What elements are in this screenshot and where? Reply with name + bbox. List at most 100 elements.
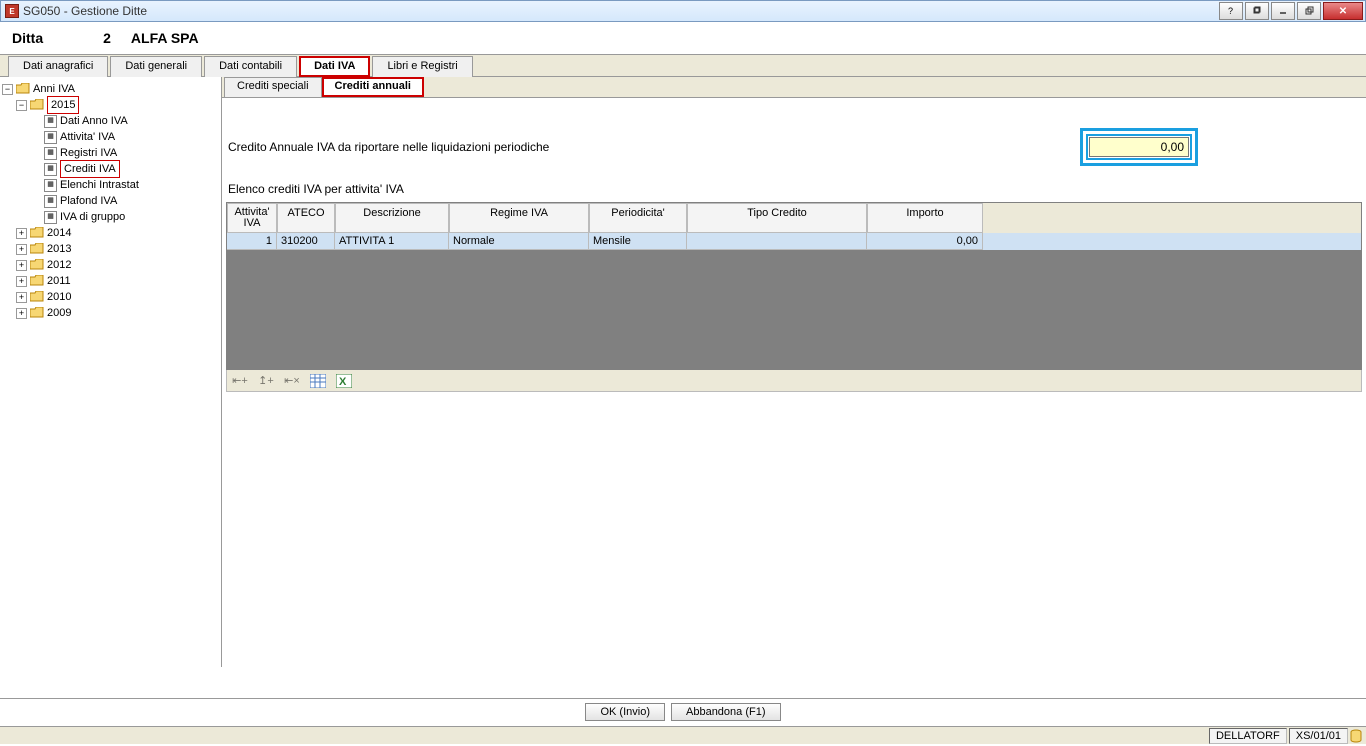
expand-icon[interactable]: + bbox=[16, 244, 27, 255]
close-button[interactable]: ✕ bbox=[1323, 2, 1363, 20]
tab-dati-generali[interactable]: Dati generali bbox=[110, 56, 202, 77]
company-header: Ditta 2 ALFA SPA bbox=[0, 22, 1366, 55]
table-row[interactable]: 1 310200 ATTIVITA 1 Normale Mensile 0,00 bbox=[227, 233, 1361, 250]
collapse-icon[interactable]: − bbox=[16, 100, 27, 111]
tree-leaf[interactable]: ▦Attivita' IVA bbox=[44, 129, 219, 145]
svg-text:?: ? bbox=[1228, 6, 1233, 16]
bottom-buttons: OK (Invio) Abbandona (F1) bbox=[0, 698, 1366, 724]
row-insert-icon[interactable]: ↥+ bbox=[257, 373, 275, 389]
tree-leaf[interactable]: ▦Registri IVA bbox=[44, 145, 219, 161]
credito-input-highlight bbox=[1080, 128, 1198, 166]
expand-icon[interactable]: + bbox=[16, 292, 27, 303]
excel-export-icon[interactable]: X bbox=[335, 373, 353, 389]
doc-icon: ▦ bbox=[44, 195, 57, 208]
tree-year[interactable]: +2010 bbox=[16, 289, 219, 305]
tree-leaf[interactable]: ▦Plafond IVA bbox=[44, 193, 219, 209]
minimize-button[interactable] bbox=[1271, 2, 1295, 20]
content-panel: Crediti speciali Crediti annuali Credito… bbox=[222, 77, 1366, 667]
tree-leaf[interactable]: ▦Crediti IVA bbox=[44, 161, 219, 177]
cell-attivita: 1 bbox=[227, 233, 277, 250]
tree-year[interactable]: +2009 bbox=[16, 305, 219, 321]
restore-button[interactable] bbox=[1297, 2, 1321, 20]
status-bar: DELLATORF XS/01/01 bbox=[0, 726, 1366, 744]
ditta-label: Ditta bbox=[12, 30, 43, 46]
tree-panel: − Anni IVA − 2015 ▦Dati Anno IVA▦Attivit… bbox=[0, 77, 222, 667]
ditta-name: ALFA SPA bbox=[131, 30, 199, 46]
tree-label: IVA di gruppo bbox=[60, 209, 125, 225]
main-tabs: Dati anagrafici Dati generali Dati conta… bbox=[0, 55, 1366, 77]
tree-year[interactable]: +2013 bbox=[16, 241, 219, 257]
abbandona-button[interactable]: Abbandona (F1) bbox=[671, 703, 781, 721]
col-importo: Importo bbox=[867, 203, 983, 233]
db-icon bbox=[1350, 729, 1362, 743]
subtab-crediti-annuali[interactable]: Crediti annuali bbox=[322, 77, 424, 97]
sub-tabs: Crediti speciali Crediti annuali bbox=[222, 77, 1366, 97]
credito-input[interactable] bbox=[1089, 137, 1189, 157]
cell-descrizione: ATTIVITA 1 bbox=[335, 233, 449, 250]
tree-year-2015[interactable]: − 2015 bbox=[16, 97, 219, 113]
tree-leaf[interactable]: ▦Elenchi Intrastat bbox=[44, 177, 219, 193]
ditta-number: 2 bbox=[103, 30, 111, 46]
cell-periodicita: Mensile bbox=[589, 233, 687, 250]
tree-leaf[interactable]: ▦IVA di gruppo bbox=[44, 209, 219, 225]
expand-icon[interactable]: + bbox=[16, 260, 27, 271]
tree-label: 2012 bbox=[47, 257, 71, 273]
tree-label: 2010 bbox=[47, 289, 71, 305]
tree-label: Anni IVA bbox=[33, 81, 75, 97]
doc-icon: ▦ bbox=[44, 115, 57, 128]
tab-dati-contabili[interactable]: Dati contabili bbox=[204, 56, 297, 77]
cell-regime: Normale bbox=[449, 233, 589, 250]
expand-icon[interactable]: + bbox=[16, 276, 27, 287]
subtab-crediti-speciali[interactable]: Crediti speciali bbox=[224, 77, 322, 97]
app-icon: E bbox=[5, 4, 19, 18]
folder-icon bbox=[30, 307, 44, 319]
doc-icon: ▦ bbox=[44, 179, 57, 192]
expand-icon[interactable]: + bbox=[16, 308, 27, 319]
cell-importo: 0,00 bbox=[867, 233, 983, 250]
doc-icon: ▦ bbox=[44, 147, 57, 160]
status-path: XS/01/01 bbox=[1289, 728, 1348, 744]
tree-leaf[interactable]: ▦Dati Anno IVA bbox=[44, 113, 219, 129]
tree-year[interactable]: +2011 bbox=[16, 273, 219, 289]
tree-root-anni-iva[interactable]: − Anni IVA bbox=[2, 81, 219, 97]
grid-header: Attivita'IVA ATECO Descrizione Regime IV… bbox=[227, 203, 1361, 233]
row-delete-icon[interactable]: ⇤× bbox=[283, 373, 301, 389]
grid-toolbar: ⇤+ ↥+ ⇤× X bbox=[226, 370, 1362, 392]
titlebar: E SG050 - Gestione Ditte ? ✕ bbox=[0, 0, 1366, 22]
tree-label: Crediti IVA bbox=[60, 160, 120, 178]
grid-view-icon[interactable] bbox=[309, 373, 327, 389]
tab-dati-iva[interactable]: Dati IVA bbox=[299, 56, 370, 77]
tree-label: 2013 bbox=[47, 241, 71, 257]
restore-inner-button[interactable] bbox=[1245, 2, 1269, 20]
tree-label: Dati Anno IVA bbox=[60, 113, 128, 129]
tree-label: Attivita' IVA bbox=[60, 129, 115, 145]
grid: Attivita'IVA ATECO Descrizione Regime IV… bbox=[226, 202, 1362, 370]
col-ateco: ATECO bbox=[277, 203, 335, 233]
folder-icon bbox=[30, 275, 44, 287]
tree-year[interactable]: +2014 bbox=[16, 225, 219, 241]
tab-dati-anagrafici[interactable]: Dati anagrafici bbox=[8, 56, 108, 77]
tree-label: 2015 bbox=[47, 96, 79, 114]
col-periodicita: Periodicita' bbox=[589, 203, 687, 233]
credito-label: Credito Annuale IVA da riportare nelle l… bbox=[228, 140, 549, 154]
col-tipo-credito: Tipo Credito bbox=[687, 203, 867, 233]
row-first-icon[interactable]: ⇤+ bbox=[231, 373, 249, 389]
folder-icon bbox=[30, 259, 44, 271]
window-title: SG050 - Gestione Ditte bbox=[23, 4, 147, 18]
tree-year[interactable]: +2012 bbox=[16, 257, 219, 273]
collapse-icon[interactable]: − bbox=[2, 84, 13, 95]
folder-icon bbox=[30, 227, 44, 239]
tree-label: Registri IVA bbox=[60, 145, 117, 161]
tree-label: 2011 bbox=[47, 273, 71, 289]
ok-button[interactable]: OK (Invio) bbox=[585, 703, 665, 721]
tree-label: 2009 bbox=[47, 305, 71, 321]
cell-tipo bbox=[687, 233, 867, 250]
folder-icon bbox=[30, 291, 44, 303]
expand-icon[interactable]: + bbox=[16, 228, 27, 239]
col-descrizione: Descrizione bbox=[335, 203, 449, 233]
help-button[interactable]: ? bbox=[1219, 2, 1243, 20]
tree-label: Elenchi Intrastat bbox=[60, 177, 139, 193]
col-regime: Regime IVA bbox=[449, 203, 589, 233]
tab-libri-registri[interactable]: Libri e Registri bbox=[372, 56, 472, 77]
doc-icon: ▦ bbox=[44, 163, 57, 176]
